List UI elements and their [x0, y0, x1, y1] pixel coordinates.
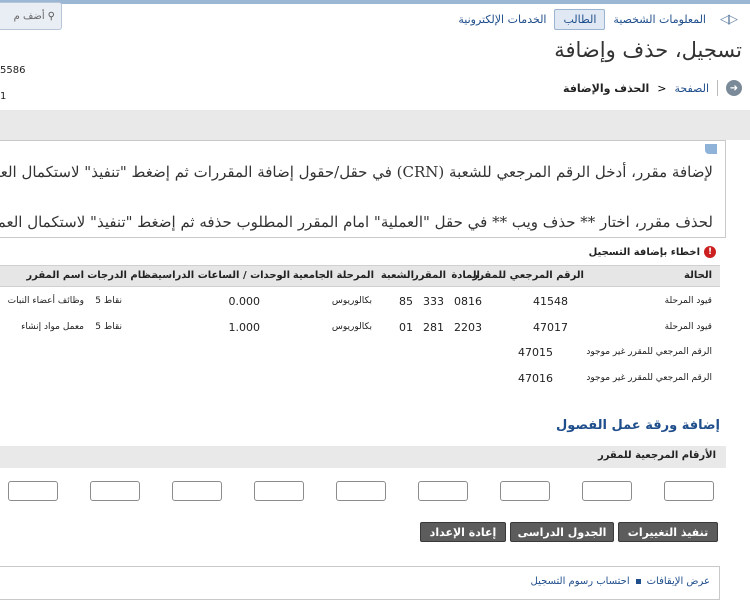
crn-input-3[interactable] [500, 481, 550, 501]
breadcrumb: ➜ الصفحة > الحذف والإضافة [563, 79, 742, 97]
reset-button[interactable]: إعادة الإعداد [420, 522, 506, 542]
info-line-drop: لحذف مقرر، اختار ** حذف ويب ** في حقل "ا… [0, 213, 713, 231]
cell-crn: 47015 [518, 346, 553, 359]
tab-student[interactable]: الطالب [554, 8, 606, 30]
breadcrumb-home-link[interactable]: الصفحة [674, 82, 709, 95]
col-section: الشعبة [380, 270, 414, 281]
cell-status: قيود المرحلة [664, 322, 712, 332]
col-level: المرحلة الجامعية [292, 270, 374, 281]
cell-units: 1.000 [228, 321, 261, 334]
info-box: لإضافة مقرر، أدخل الرقم المرجعي للشعبة (… [0, 140, 726, 238]
search-placeholder: أضف م [13, 10, 45, 22]
crn-input-9[interactable] [8, 481, 58, 501]
error-icon: ! [704, 246, 716, 258]
crn-label: الأرقام المرجعية للمقرر [597, 450, 716, 461]
cell-title: معمل مواد إنشاء [21, 322, 84, 332]
registration-fees-link[interactable]: احتساب رسوم التسجيل [531, 576, 630, 587]
crn-input-5[interactable] [336, 481, 386, 501]
breadcrumb-separator: > [657, 81, 667, 95]
breadcrumb-current: الحذف والإضافة [563, 81, 650, 95]
cell-subject: 0816 [454, 295, 482, 308]
worksheet-title: إضافة ورقة عمل الفصول [556, 418, 720, 433]
cell-crn: 41548 [533, 295, 568, 308]
cell-course: 281 [423, 321, 444, 334]
crn-input-1[interactable] [664, 481, 714, 501]
left-number-1: 5586 [0, 65, 26, 76]
col-grading: نظام الدرجات [87, 270, 155, 281]
info-line-add: لإضافة مقرر، أدخل الرقم المرجعي للشعبة (… [0, 163, 713, 181]
cell-status: قيود المرحلة [664, 296, 712, 306]
view-holds-link[interactable]: عرض الإيقافات [647, 576, 710, 587]
cell-title: وظائف أعضاء النبات [7, 296, 84, 306]
submit-changes-button[interactable]: تنفيذ التغييرات [618, 522, 718, 542]
top-accent-bar [0, 0, 750, 4]
cell-status: الرقم المرجعي للمقرر غير موجود [586, 373, 712, 383]
tab-e-services[interactable]: الخدمات الإلكترونية [450, 10, 554, 29]
cell-course: 333 [423, 295, 444, 308]
search-box[interactable]: أضف م ⚲ [0, 2, 62, 30]
top-nav: ◁▷ المعلومات الشخصية الطالب الخدمات الإل… [450, 8, 738, 30]
section-band [0, 110, 750, 140]
col-units: الوحدات / الساعات الدراسية [152, 270, 290, 281]
cell-crn: 47016 [518, 372, 553, 385]
cell-section: 85 [399, 295, 413, 308]
cell-section: 01 [399, 321, 413, 334]
crn-input-8[interactable] [90, 481, 140, 501]
schedule-button[interactable]: الجدول الدراسى [510, 522, 614, 542]
back-arrow-icon[interactable]: ➜ [726, 80, 742, 96]
cell-level: بكالوريوس [331, 322, 372, 332]
crn-input-6[interactable] [254, 481, 304, 501]
crn-input-7[interactable] [172, 481, 222, 501]
cell-subject: 2203 [454, 321, 482, 334]
crn-input-4[interactable] [418, 481, 468, 501]
cell-status: الرقم المرجعي للمقرر غير موجود [586, 347, 712, 357]
tab-personal-info[interactable]: المعلومات الشخصية [605, 10, 714, 29]
page-title: تسجيل، حذف وإضافة [554, 38, 742, 62]
errors-title: اخطاء بإضافة التسجيل [588, 246, 700, 258]
search-icon[interactable]: ⚲ [48, 11, 55, 22]
crn-input-2[interactable] [582, 481, 632, 501]
info-flag-icon [705, 144, 717, 154]
cell-units: 0.000 [228, 295, 261, 308]
cell-crn: 47017 [533, 321, 568, 334]
col-status: الحالة [684, 270, 712, 281]
col-subject: المادة [451, 270, 480, 281]
cell-level: بكالوريوس [331, 296, 372, 306]
cell-grading: نقاط 5 [95, 322, 122, 332]
left-number-2: 1 [0, 91, 7, 102]
col-course: المقرر [412, 270, 446, 281]
footer-links: عرض الإيقافات احتساب رسوم التسجيل [531, 576, 710, 587]
bullet-square-icon [635, 579, 641, 584]
col-crn: الرقم المرجعي للمقرر [472, 270, 584, 281]
col-title: اسم المقرر [26, 270, 84, 281]
errors-header: ! اخطاء بإضافة التسجيل [589, 246, 716, 258]
breadcrumb-divider [717, 80, 718, 96]
nav-arrows-icon[interactable]: ◁▷ [720, 12, 738, 27]
cell-grading: نقاط 5 [95, 296, 122, 306]
